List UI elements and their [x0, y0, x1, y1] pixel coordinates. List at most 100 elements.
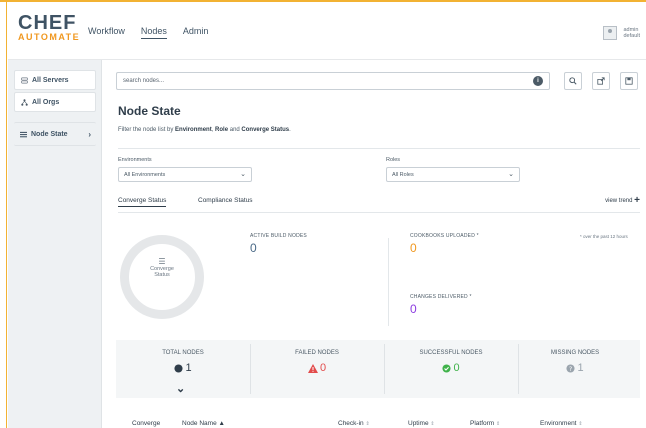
view-trend-button[interactable]: view trend +: [605, 195, 640, 206]
card-label: SUCCESSFUL NODES: [419, 350, 483, 356]
active-build-value: 0: [250, 241, 257, 255]
share-icon: [597, 77, 605, 85]
card-label: MISSING NODES: [550, 350, 600, 356]
tab-compliance-status[interactable]: Compliance Status: [198, 197, 253, 204]
chef-automate-logo[interactable]: CHEF AUTOMATE: [18, 12, 81, 42]
desc-suffix: .: [289, 127, 291, 133]
chevron-right-icon: ›: [88, 129, 91, 139]
th-check-in-label: Check-in: [338, 420, 364, 427]
card-value-row: 1: [118, 362, 248, 374]
environments-select[interactable]: All Environments ⌄: [118, 167, 252, 182]
desc-role: Role: [215, 127, 229, 133]
warning-icon: [307, 363, 318, 373]
card-value: 1: [577, 362, 584, 374]
card-value: 1: [185, 362, 192, 374]
th-platform[interactable]: Platform ⇕: [470, 420, 500, 427]
roles-value: All Roles: [392, 172, 414, 178]
th-node-name[interactable]: Node Name ▲: [182, 420, 225, 427]
user-info: admin default: [623, 27, 640, 39]
circle-icon: [174, 363, 183, 373]
changes-value: 0: [410, 302, 417, 316]
donut-line2: Status: [154, 272, 170, 278]
card-value: 0: [453, 362, 460, 374]
avatar: [603, 26, 618, 40]
sidebar-item-all-orgs[interactable]: All Orgs: [14, 92, 96, 112]
card-value-row: 0: [386, 362, 516, 374]
sidebar-item-label: All Servers: [32, 76, 69, 84]
th-uptime-label: Uptime: [408, 420, 429, 427]
search-input[interactable]: search nodes... i: [116, 72, 550, 90]
donut-center-label: ☰ Converge Status: [120, 258, 204, 279]
card-value-row: ? 1: [510, 362, 640, 374]
desc-converge-status: Converge Status: [241, 127, 290, 133]
logo-automate-text: AUTOMATE: [18, 32, 81, 42]
left-border: [6, 0, 7, 428]
check-circle-icon: [442, 363, 451, 373]
tabs-divider: [118, 212, 640, 213]
search-button[interactable]: [564, 72, 582, 90]
save-icon: [625, 77, 633, 85]
sidebar: All Servers All Orgs Node State ›: [8, 60, 102, 428]
user-org: default: [623, 33, 640, 39]
search-icon: [569, 77, 577, 85]
app-header: CHEF AUTOMATE Workflow Nodes Admin admin…: [8, 2, 646, 60]
sidebar-item-node-state[interactable]: Node State ›: [14, 122, 96, 146]
chevron-down-icon[interactable]: ⌄: [176, 382, 185, 395]
top-nav: Workflow Nodes Admin: [88, 26, 208, 39]
info-icon[interactable]: i: [533, 76, 543, 86]
th-converge[interactable]: Converge: [132, 420, 160, 427]
share-button[interactable]: [592, 72, 610, 90]
card-separator: [250, 344, 251, 394]
desc-sep2: and: [228, 127, 242, 133]
server-icon: [21, 77, 28, 83]
page-description: Filter the node list by Environment, Rol…: [118, 127, 291, 133]
search-placeholder: search nodes...: [123, 78, 165, 84]
node-summary-cards: TOTAL NODES 1 FAILED NODES 0 SUCCESSFUL …: [116, 340, 640, 398]
th-environment[interactable]: Environment ⇕: [540, 420, 583, 427]
sidebar-item-all-servers[interactable]: All Servers: [14, 70, 96, 90]
environments-value: All Environments: [124, 172, 166, 178]
card-label: FAILED NODES: [295, 350, 339, 356]
metrics-separator: [388, 238, 389, 326]
list-icon: [20, 131, 27, 137]
roles-label: Roles: [386, 157, 401, 163]
environments-label: Environments: [118, 157, 152, 163]
user-menu[interactable]: admin default: [603, 26, 640, 40]
question-circle-icon: ?: [566, 363, 575, 372]
view-trend-label: view trend: [605, 198, 633, 205]
card-value-row: 0: [252, 362, 382, 374]
chevron-down-icon: ⌄: [508, 171, 514, 178]
th-platform-label: Platform: [470, 420, 495, 427]
logo-chef-text: CHEF: [18, 12, 77, 34]
nav-workflow[interactable]: Workflow: [88, 26, 125, 39]
th-uptime[interactable]: Uptime ⇕: [408, 420, 435, 427]
org-icon: [21, 98, 28, 106]
changes-label: CHANGES DELIVERED *: [410, 294, 472, 300]
nav-admin[interactable]: Admin: [183, 26, 209, 39]
roles-select[interactable]: All Roles ⌄: [386, 167, 520, 182]
sort-icon: ⇕: [365, 421, 370, 427]
tab-converge-status[interactable]: Converge Status: [118, 197, 167, 207]
main-content: search nodes... i Node State Filter the …: [110, 60, 646, 428]
page-title: Node State: [118, 104, 181, 118]
cookbooks-label: COOKBOOKS UPLOADED *: [410, 233, 479, 239]
desc-environment: Environment: [175, 127, 212, 133]
card-label: TOTAL NODES: [162, 350, 204, 356]
save-button[interactable]: [620, 72, 638, 90]
svg-text:?: ?: [569, 365, 572, 372]
metrics-footnote: * over the past 12 hours: [580, 234, 628, 239]
cookbooks-value: 0: [410, 241, 417, 255]
sidebar-item-label: Node State: [31, 130, 68, 138]
desc-prefix: Filter the node list by: [118, 127, 176, 133]
th-check-in[interactable]: Check-in ⇕: [338, 420, 370, 427]
plus-icon: +: [634, 195, 640, 206]
card-missing-nodes[interactable]: MISSING NODES ? 1: [510, 340, 640, 398]
chevron-down-icon: ⌄: [240, 171, 246, 178]
sidebar-item-label: All Orgs: [32, 98, 60, 106]
card-failed-nodes[interactable]: FAILED NODES 0: [252, 340, 382, 398]
nav-nodes[interactable]: Nodes: [140, 26, 167, 39]
sort-icon: ⇕: [578, 421, 583, 427]
divider: [118, 148, 640, 149]
card-successful-nodes[interactable]: SUCCESSFUL NODES 0: [386, 340, 516, 398]
sort-asc-icon: ▲: [218, 420, 225, 427]
